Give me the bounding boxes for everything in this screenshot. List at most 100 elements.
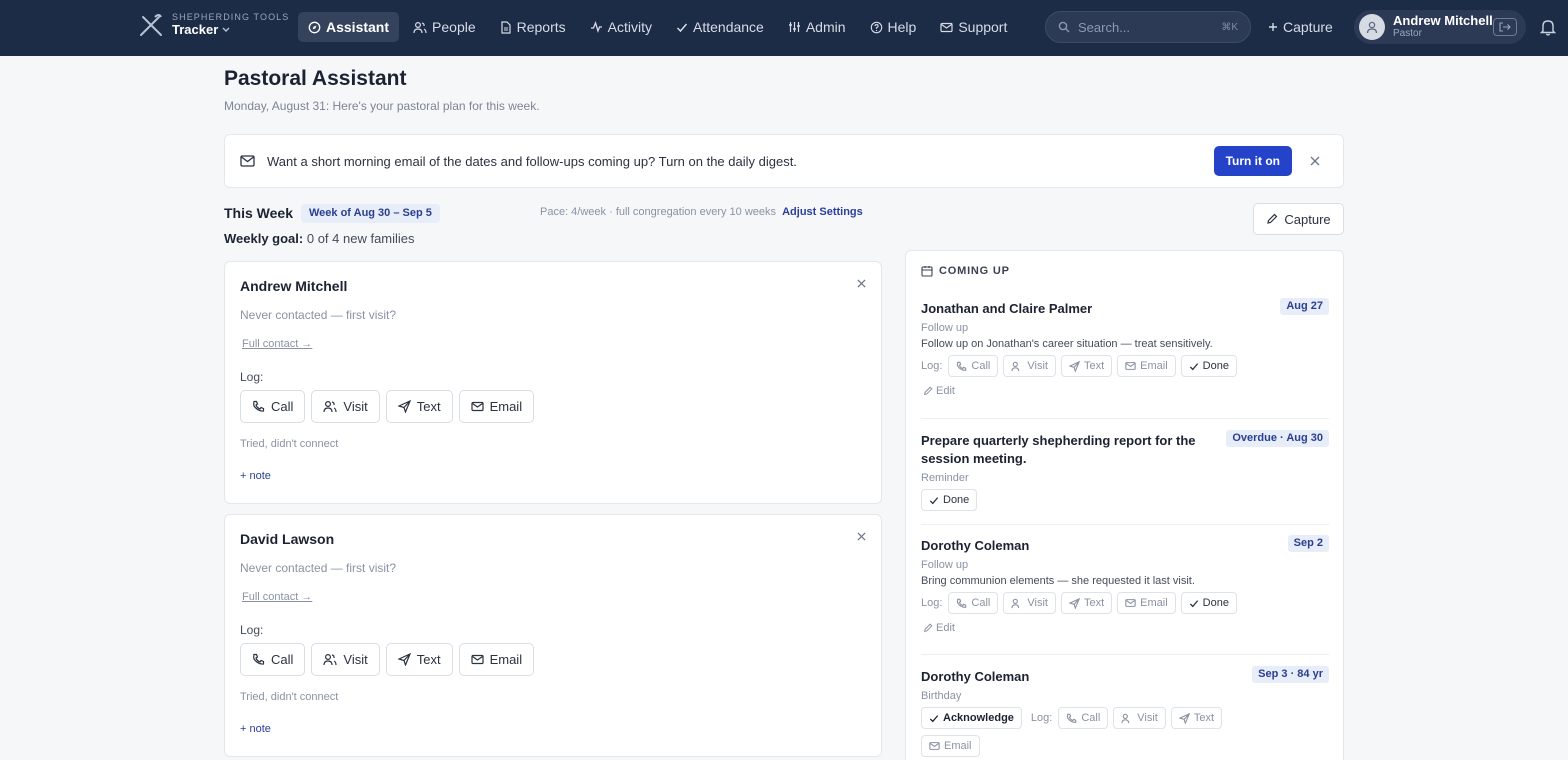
bell-icon[interactable] <box>1540 18 1556 36</box>
log-visit-button[interactable]: Visit <box>1113 707 1166 729</box>
log-call-button[interactable]: Call <box>948 355 999 377</box>
log-visit-button[interactable]: Visit <box>1003 592 1056 614</box>
close-icon[interactable] <box>1310 156 1320 166</box>
add-note-link[interactable]: + note <box>240 470 271 482</box>
nav-item-label: Attendance <box>693 19 764 35</box>
tried-link[interactable]: Tried, didn't connect <box>240 438 338 450</box>
close-icon[interactable] <box>857 532 866 541</box>
item-title[interactable]: Dorothy Coleman <box>921 537 1211 555</box>
log-visit-button[interactable]: Visit <box>311 390 380 423</box>
button-label: Visit <box>343 652 368 667</box>
done-button[interactable]: Done <box>1180 592 1237 614</box>
log-visit-button[interactable]: Visit <box>311 643 380 676</box>
nav-item-admin[interactable]: Admin <box>778 12 856 42</box>
people-icon <box>1011 598 1020 608</box>
user-name: Andrew Mitchell <box>1393 13 1493 28</box>
week-range-badge: Week of Aug 30 – Sep 5 <box>301 204 440 223</box>
search-icon <box>1058 21 1070 33</box>
search-input[interactable] <box>1078 19 1208 35</box>
log-call-button[interactable]: Call <box>240 390 306 423</box>
nav-item-assistant[interactable]: Assistant <box>298 12 400 42</box>
capture-nav-button[interactable]: Capture <box>1268 14 1333 40</box>
full-contact-link[interactable]: Full contact → <box>242 591 312 603</box>
people-icon <box>323 400 338 413</box>
brand[interactable]: SHEPHERDING TOOLS Tracker <box>138 12 289 38</box>
pencil-icon <box>1267 213 1278 224</box>
logout-button[interactable] <box>1493 18 1517 36</box>
button-label: Email <box>489 652 523 667</box>
done-button[interactable]: Done <box>921 489 978 511</box>
top-navigation-bar: SHEPHERDING TOOLS Tracker Assistant Peop… <box>0 0 1568 56</box>
avatar <box>1359 14 1385 40</box>
check-icon <box>1189 599 1198 607</box>
close-icon[interactable] <box>857 279 866 288</box>
log-call-button[interactable]: Call <box>948 592 999 614</box>
item-type: Follow up <box>921 322 969 334</box>
button-label: Call <box>1081 712 1101 724</box>
item-title[interactable]: Prepare quarterly shepherding report for… <box>921 432 1211 468</box>
log-email-button[interactable]: Email <box>1117 592 1176 614</box>
button-label: Visit <box>1027 597 1048 609</box>
turn-on-digest-button[interactable]: Turn it on <box>1213 146 1292 176</box>
button-label: Text <box>1083 597 1105 609</box>
mail-icon <box>240 155 255 167</box>
user-menu[interactable]: Andrew Mitchell Pastor <box>1354 10 1526 44</box>
log-text-button[interactable]: Text <box>385 643 453 676</box>
nav-item-attendance[interactable]: Attendance <box>666 12 774 42</box>
send-icon <box>397 653 411 666</box>
item-type: Follow up <box>921 559 969 571</box>
log-text-button[interactable]: Text <box>1060 355 1113 377</box>
item-title[interactable]: Dorothy Coleman <box>921 668 1211 686</box>
nav-item-reports[interactable]: Reports <box>490 12 576 42</box>
log-label: Log: <box>240 370 264 384</box>
pencil-icon <box>924 623 933 632</box>
phone-icon <box>957 361 967 371</box>
send-icon <box>397 400 411 413</box>
acknowledge-button[interactable]: Acknowledge <box>921 707 1022 729</box>
log-label: Log: <box>921 360 943 372</box>
log-call-button[interactable]: Call <box>1058 707 1109 729</box>
adjust-settings-link[interactable]: Adjust Settings <box>782 206 863 218</box>
nav-item-activity[interactable]: Activity <box>580 12 662 42</box>
log-email-button[interactable]: Email <box>458 390 535 423</box>
edit-label: Edit <box>936 622 955 634</box>
digest-banner: Want a short morning email of the dates … <box>224 134 1344 188</box>
button-label: Visit <box>343 399 368 414</box>
log-visit-button[interactable]: Visit <box>1003 355 1056 377</box>
log-email-button[interactable]: Email <box>921 735 980 757</box>
main-nav: Assistant People Reports Activity Attend… <box>298 12 1021 42</box>
full-contact-link[interactable]: Full contact → <box>242 338 312 350</box>
log-call-button[interactable]: Call <box>240 643 306 676</box>
phone-icon <box>253 400 265 412</box>
log-text-button[interactable]: Text <box>385 390 453 423</box>
user-role: Pastor <box>1393 28 1422 39</box>
mail-icon <box>470 654 484 665</box>
item-title[interactable]: Jonathan and Claire Palmer <box>921 300 1211 318</box>
sliders-icon <box>788 22 800 32</box>
coming-up-heading: COMING UP <box>939 265 1010 277</box>
log-email-button[interactable]: Email <box>1117 355 1176 377</box>
mail-icon <box>940 22 953 32</box>
nav-item-people[interactable]: People <box>403 12 486 42</box>
log-text-button[interactable]: Text <box>1060 592 1113 614</box>
capture-button[interactable]: Capture <box>1253 203 1344 235</box>
log-text-button[interactable]: Text <box>1170 707 1223 729</box>
edit-link[interactable]: Edit <box>923 622 1329 634</box>
pencil-icon <box>924 386 933 395</box>
nav-item-help[interactable]: Help <box>860 12 927 42</box>
divider <box>921 524 1329 525</box>
done-button[interactable]: Done <box>1180 355 1237 377</box>
tried-link[interactable]: Tried, didn't connect <box>240 691 338 703</box>
date-badge: Sep 2 <box>1287 535 1329 552</box>
button-label: Call <box>271 652 294 667</box>
search-box[interactable]: ⌘K <box>1045 11 1251 43</box>
crook-logo-icon <box>140 14 162 36</box>
nav-item-support[interactable]: Support <box>930 12 1017 42</box>
add-note-link[interactable]: + note <box>240 723 271 735</box>
log-email-button[interactable]: Email <box>458 643 535 676</box>
person-card: Andrew Mitchell Never contacted — first … <box>224 261 882 504</box>
help-icon <box>870 21 882 33</box>
edit-link[interactable]: Edit <box>923 385 1329 397</box>
button-label: Done <box>943 494 970 506</box>
item-note: Bring communion elements — she requested… <box>921 575 1195 587</box>
